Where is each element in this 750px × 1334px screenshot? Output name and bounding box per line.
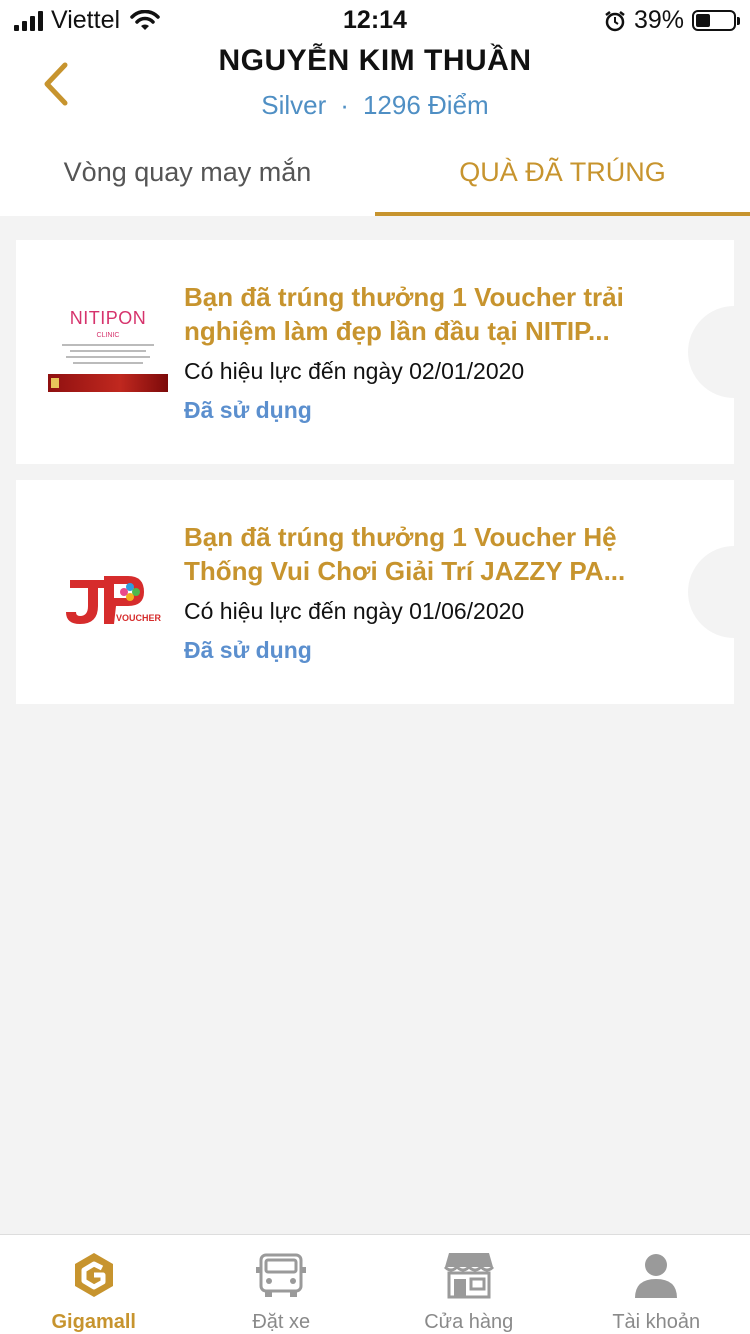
store-icon — [443, 1249, 495, 1301]
voucher-text: Bạn đã trúng thưởng 1 Voucher trải nghiệ… — [184, 280, 684, 424]
separator: · — [340, 90, 349, 120]
points-balance: 1296 Điểm — [362, 90, 489, 120]
nav-account[interactable]: Tài khoản — [563, 1235, 750, 1334]
voucher-status: Đã sử dụng — [184, 637, 312, 663]
voucher-card[interactable]: NITIPON CLINIC Bạn đã trúng thưởng 1 Vou… — [16, 240, 734, 464]
nav-label: Tài khoản — [612, 1311, 701, 1333]
jazzy-park-logo: VOUCHER — [66, 576, 162, 624]
nitipon-sub: CLINIC — [96, 332, 120, 339]
battery-icon — [692, 10, 740, 31]
status-bar: Viettel 12:14 39% — [0, 0, 750, 40]
battery-level — [696, 14, 710, 27]
nav-book-car[interactable]: Đặt xe — [188, 1235, 376, 1334]
page-title: NGUYỄN KIM THUẦN — [218, 44, 532, 77]
tab-won-gifts[interactable]: QUÀ ĐÃ TRÚNG — [375, 152, 750, 216]
nitipon-logo: NITIPON CLINIC — [48, 292, 168, 412]
voucher-status: Đã sử dụng — [184, 397, 312, 423]
voucher-validity: Có hiệu lực đến ngày 01/06/2020 — [184, 598, 525, 624]
voucher-thumbnail: NITIPON CLINIC — [48, 292, 168, 412]
header: NGUYỄN KIM THUẦN Silver · 1296 Điểm Vòng q… — [0, 40, 750, 216]
nav-label: Gigamall — [51, 1311, 136, 1333]
tab-bar: Vòng quay may mắn QUÀ ĐÃ TRÚNG — [0, 152, 750, 216]
voucher-card[interactable]: VOUCHER Bạn đã trúng thưởng 1 Voucher Hệ… — [16, 480, 734, 704]
ticket-notch — [688, 546, 734, 638]
car-icon — [255, 1249, 307, 1301]
nitipon-brand: NITIPON — [69, 308, 147, 328]
voucher-list: NITIPON CLINIC Bạn đã trúng thưởng 1 Vou… — [16, 240, 734, 720]
voucher-text: Bạn đã trúng thưởng 1 Voucher Hệ Thống V… — [184, 520, 684, 664]
account-icon — [630, 1249, 682, 1301]
nav-store[interactable]: Cửa hàng — [375, 1235, 563, 1334]
nav-label: Đặt xe — [252, 1311, 311, 1333]
nav-gigamall[interactable]: Gigamall — [0, 1235, 188, 1334]
alarm-icon — [605, 10, 625, 31]
voucher-title: Bạn đã trúng thưởng 1 Voucher Hệ Thống V… — [184, 522, 626, 586]
bottom-nav: Gigamall Đặt xe Cửa hàng Tài khoản — [0, 1234, 750, 1334]
status-right: 39% — [604, 6, 740, 35]
voucher-validity: Có hiệu lực đến ngày 02/01/2020 — [184, 358, 525, 384]
nav-label: Cửa hàng — [424, 1311, 514, 1333]
tab-lucky-wheel[interactable]: Vòng quay may mắn — [0, 152, 375, 216]
membership-tier: Silver — [261, 90, 327, 120]
membership-info: Silver · 1296 Điểm — [0, 90, 750, 121]
gigamall-logo-icon — [68, 1249, 120, 1301]
voucher-thumbnail: VOUCHER — [48, 532, 168, 652]
jazzy-voucher-text: VOUCHER — [116, 613, 162, 623]
ticket-notch — [688, 306, 734, 398]
battery-percent: 39% — [633, 6, 684, 34]
voucher-title: Bạn đã trúng thưởng 1 Voucher trải nghiệ… — [184, 282, 624, 346]
